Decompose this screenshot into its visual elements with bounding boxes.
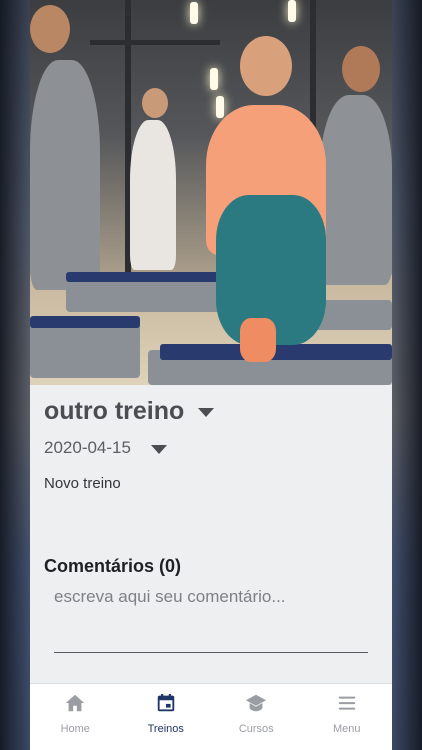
workout-description: Novo treino bbox=[44, 475, 121, 492]
hamburger-menu-icon bbox=[338, 696, 355, 710]
workout-hero-image bbox=[30, 0, 392, 385]
calendar-icon bbox=[157, 693, 174, 712]
tab-home-label: Home bbox=[60, 723, 90, 735]
tab-treinos[interactable]: Treinos bbox=[121, 684, 212, 750]
tab-menu-label: Menu bbox=[332, 723, 361, 735]
workout-title-selector[interactable]: outro treino bbox=[44, 397, 215, 426]
workout-date: 2020-04-15 bbox=[44, 438, 131, 457]
workout-date-selector[interactable]: 2020-04-15 bbox=[44, 438, 167, 458]
tab-cursos[interactable]: Cursos bbox=[211, 684, 302, 750]
comment-input[interactable] bbox=[54, 583, 368, 653]
workout-details: outro treino 2020-04-15 Novo treino Come… bbox=[30, 385, 392, 683]
workout-title: outro treino bbox=[44, 397, 185, 425]
tab-treinos-label: Treinos bbox=[147, 723, 184, 735]
app-screen: outro treino 2020-04-15 Novo treino Come… bbox=[30, 0, 392, 750]
graduation-cap-icon bbox=[246, 694, 267, 712]
tab-menu[interactable]: Menu bbox=[302, 684, 393, 750]
tab-cursos-label: Cursos bbox=[238, 723, 274, 735]
home-icon bbox=[66, 694, 85, 712]
comments-heading: Comentários (0) bbox=[44, 556, 182, 576]
tab-home[interactable]: Home bbox=[30, 684, 121, 750]
date-dropdown-icon[interactable] bbox=[150, 444, 167, 454]
title-dropdown-icon[interactable] bbox=[198, 408, 215, 417]
bottom-tab-bar: Home Treinos Cursos Menu bbox=[30, 683, 392, 750]
